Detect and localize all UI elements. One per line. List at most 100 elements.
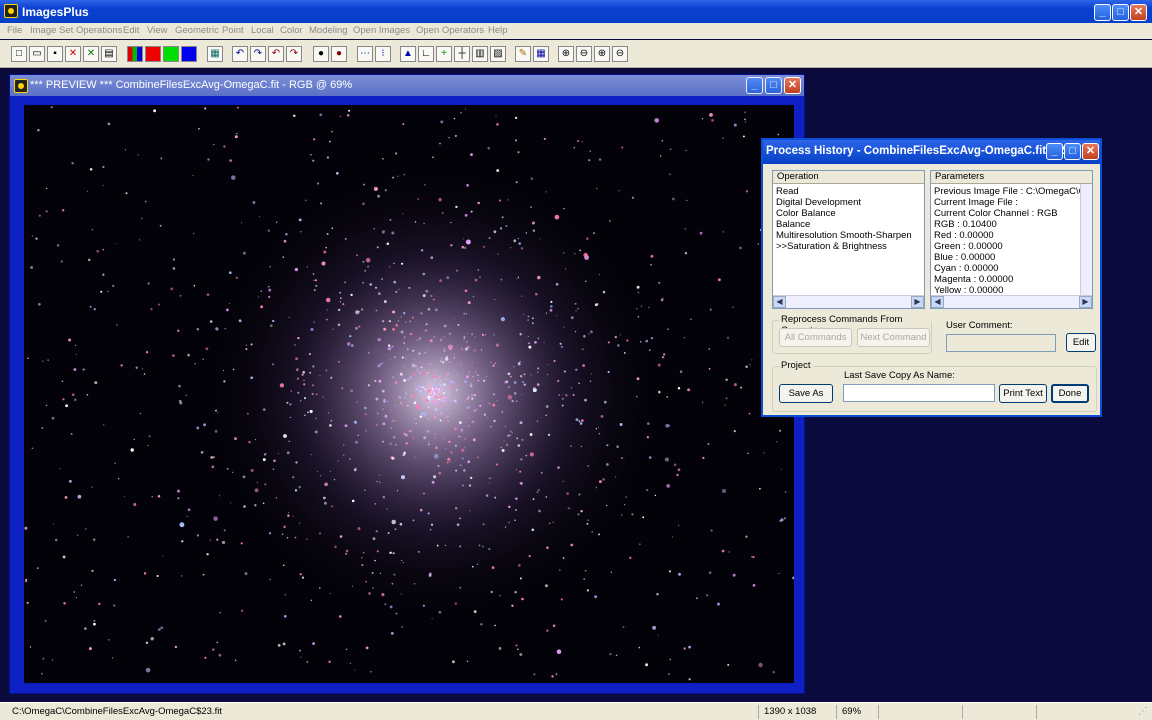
menu-local[interactable]: Local — [251, 25, 274, 36]
menu-edit[interactable]: Edit — [123, 25, 139, 36]
resize-grip-icon[interactable]: ⋰ — [1138, 706, 1148, 717]
zoom-actual-icon[interactable]: ⊖ — [612, 46, 628, 62]
scroll-right-icon[interactable]: ▶ — [911, 296, 924, 308]
window-icon[interactable]: ▤ — [101, 46, 117, 62]
star — [436, 544, 439, 547]
process-history-dialog[interactable]: Process History - CombineFilesExcAvg-Ome… — [761, 138, 1102, 417]
rgb-icon[interactable] — [127, 46, 143, 62]
maximize-button[interactable]: □ — [1112, 4, 1129, 21]
pencil-icon[interactable]: ✎ — [515, 46, 531, 62]
operation-item[interactable]: Balance — [776, 219, 810, 230]
grid-icon[interactable]: ▦ — [207, 46, 223, 62]
operation-list[interactable]: Operation Read Digital Development Color… — [772, 170, 925, 309]
zoom-fit-icon[interactable]: ⊕ — [594, 46, 610, 62]
star — [414, 417, 416, 420]
scroll-left-icon[interactable]: ◀ — [931, 296, 944, 308]
star — [660, 298, 664, 302]
next-command-button[interactable]: Next Command — [857, 328, 930, 347]
undo-all-icon[interactable]: ↶ — [268, 46, 284, 62]
operation-item[interactable]: Color Balance — [776, 208, 836, 219]
record-icon[interactable]: ● — [331, 46, 347, 62]
crop-icon[interactable]: ┼ — [454, 46, 470, 62]
redo-all-icon[interactable]: ↷ — [286, 46, 302, 62]
preview-window[interactable]: *** PREVIEW *** CombineFilesExcAvg-Omega… — [9, 74, 805, 694]
table-icon[interactable]: ▦ — [533, 46, 549, 62]
zoom-out-icon[interactable]: ⊖ — [576, 46, 592, 62]
preview-maximize-button[interactable]: □ — [765, 77, 782, 94]
menu-modeling[interactable]: Modeling — [309, 25, 348, 36]
scatter-icon[interactable]: ⁝ — [375, 46, 391, 62]
last-save-name-field[interactable] — [843, 384, 995, 402]
green-channel-icon[interactable] — [163, 46, 179, 62]
new-icon[interactable]: □ — [11, 46, 27, 62]
layout-icon[interactable]: ▥ — [472, 46, 488, 62]
menu-open-images[interactable]: Open Images — [353, 25, 410, 36]
menu-file[interactable]: File — [7, 25, 22, 36]
menu-image-set-operations[interactable]: Image Set Operations — [30, 25, 122, 36]
star — [342, 454, 345, 456]
parameter-item: Cyan : 0.00000 — [934, 263, 999, 274]
curve-icon[interactable]: ∟ — [418, 46, 434, 62]
star — [312, 384, 314, 387]
scroll-right-icon[interactable]: ▶ — [1079, 296, 1092, 308]
save-as-button[interactable]: Save As — [779, 384, 833, 403]
blue-channel-icon[interactable] — [181, 46, 197, 62]
close-button[interactable]: ✕ — [1130, 4, 1147, 21]
print-text-button[interactable]: Print Text — [999, 384, 1047, 403]
user-comment-field[interactable] — [946, 334, 1056, 352]
operation-item[interactable]: Multiresolution Smooth-Sharpen — [776, 230, 912, 241]
star — [687, 388, 691, 392]
star — [639, 340, 642, 343]
edit-button[interactable]: Edit — [1066, 333, 1096, 352]
star — [420, 249, 424, 252]
star — [36, 567, 39, 569]
app-titlebar[interactable]: ImagesPlus _ □ ✕ — [0, 0, 1152, 23]
undo-icon[interactable]: ↶ — [232, 46, 248, 62]
minimize-button[interactable]: _ — [1094, 4, 1111, 21]
save-icon[interactable]: ▪ — [47, 46, 63, 62]
paint-icon[interactable]: ▨ — [490, 46, 506, 62]
close-all-icon[interactable]: ✕ — [83, 46, 99, 62]
star — [62, 209, 65, 212]
red-channel-icon[interactable] — [145, 46, 161, 62]
history-close-button[interactable]: ✕ — [1082, 143, 1099, 160]
parameters-list[interactable]: Parameters Previous Image File : C:\Omeg… — [930, 170, 1093, 309]
star — [518, 242, 521, 245]
star — [677, 386, 681, 390]
star — [452, 381, 455, 384]
star — [490, 425, 492, 428]
scroll-left-icon[interactable]: ◀ — [773, 296, 786, 308]
dots-icon[interactable]: ⋯ — [357, 46, 373, 62]
star — [262, 458, 266, 462]
star — [448, 440, 451, 444]
open-icon[interactable]: ▭ — [29, 46, 45, 62]
all-commands-button[interactable]: All Commands — [779, 328, 852, 347]
point-icon[interactable]: ● — [313, 46, 329, 62]
parameters-vscrollbar[interactable] — [1080, 184, 1092, 295]
redo-icon[interactable]: ↷ — [250, 46, 266, 62]
preview-minimize-button[interactable]: _ — [746, 77, 763, 94]
menu-color[interactable]: Color — [280, 25, 303, 36]
operation-item[interactable]: Read — [776, 186, 799, 197]
parameters-hscrollbar[interactable]: ◀ ▶ — [931, 295, 1092, 308]
zoom-in-icon[interactable]: ⊕ — [558, 46, 574, 62]
star — [745, 190, 749, 193]
menu-geometric[interactable]: Geometric — [175, 25, 219, 36]
menu-open-operators[interactable]: Open Operators — [416, 25, 484, 36]
done-button[interactable]: Done — [1051, 384, 1089, 403]
close-image-icon[interactable]: ✕ — [65, 46, 81, 62]
preview-titlebar[interactable]: *** PREVIEW *** CombineFilesExcAvg-Omega… — [10, 75, 804, 96]
operation-item[interactable]: >>Saturation & Brightness — [776, 241, 887, 252]
preview-close-button[interactable]: ✕ — [784, 77, 801, 94]
menu-point[interactable]: Point — [222, 25, 244, 36]
menu-help[interactable]: Help — [488, 25, 508, 36]
crosshair-icon[interactable]: + — [436, 46, 452, 62]
history-minimize-button[interactable]: _ — [1046, 143, 1063, 160]
star-cluster-image[interactable] — [24, 105, 794, 683]
histogram-icon[interactable]: ▲ — [400, 46, 416, 62]
history-titlebar[interactable]: Process History - CombineFilesExcAvg-Ome… — [763, 140, 1100, 164]
operation-item[interactable]: Digital Development — [776, 197, 861, 208]
menu-view[interactable]: View — [147, 25, 167, 36]
operation-hscrollbar[interactable]: ◀ ▶ — [773, 295, 924, 308]
history-maximize-button[interactable]: □ — [1064, 143, 1081, 160]
